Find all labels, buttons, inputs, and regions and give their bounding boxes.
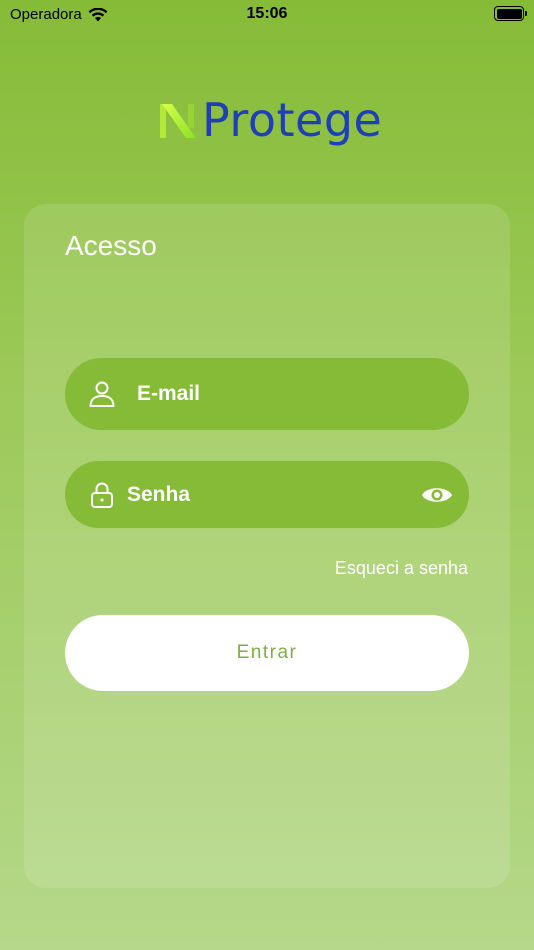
lock-icon xyxy=(87,480,117,510)
page-title: Acesso xyxy=(65,230,157,261)
email-input[interactable] xyxy=(137,382,469,406)
logo-text: Protege xyxy=(202,93,383,147)
app-logo: Protege xyxy=(158,90,382,150)
forgot-password-link[interactable]: Esqueci a senha xyxy=(335,558,468,579)
battery-icon xyxy=(494,6,527,21)
n-logo-icon xyxy=(160,104,196,138)
status-bar: Operadora 15:06 xyxy=(0,0,534,28)
status-time: 15:06 xyxy=(246,5,288,22)
password-input[interactable] xyxy=(127,482,421,507)
eye-icon[interactable] xyxy=(421,483,453,507)
email-field[interactable] xyxy=(65,358,469,430)
user-icon xyxy=(87,379,117,409)
login-card: Acesso Esqueci a senha Entrar xyxy=(24,204,510,888)
login-button[interactable]: Entrar xyxy=(65,615,469,691)
password-field[interactable] xyxy=(65,461,469,528)
